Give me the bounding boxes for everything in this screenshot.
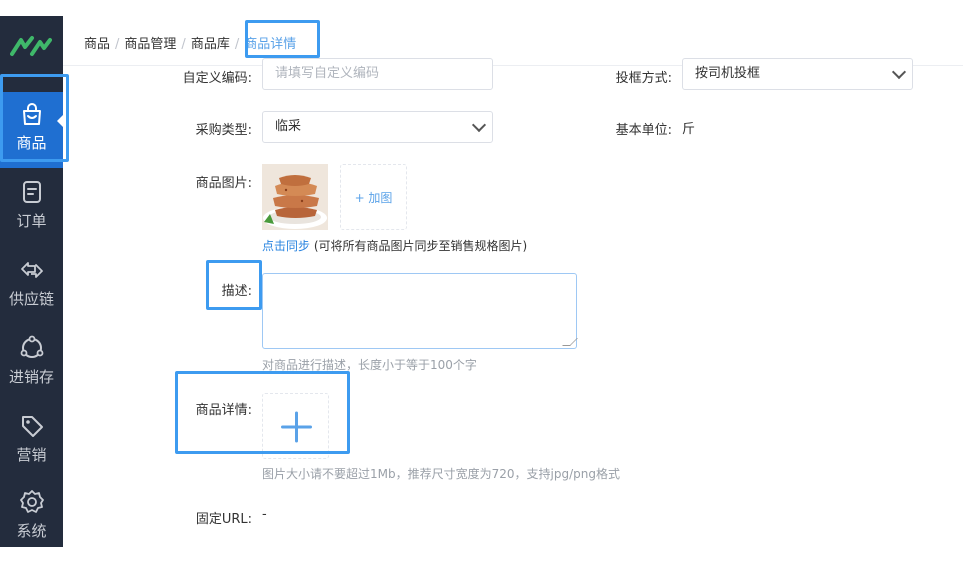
- sidebar-item-marketing[interactable]: 营销: [0, 404, 63, 480]
- sync-images-link[interactable]: 点击同步: [262, 239, 310, 253]
- breadcrumb-separator: /: [234, 37, 240, 52]
- breadcrumb-item-product-library[interactable]: 商品库: [191, 37, 230, 52]
- description-textarea[interactable]: [262, 273, 578, 349]
- breadcrumb-item-products[interactable]: 商品: [84, 37, 110, 52]
- breadcrumb-separator: /: [115, 37, 120, 52]
- fixed-url-value: -: [262, 507, 267, 522]
- sidebar-item-label: 营销: [16, 446, 47, 464]
- order-document-icon: [22, 181, 41, 203]
- page: 商品 订单 供应链 进销存 营销 系统 商品 / 商品管理 / 商品库 / 商品…: [0, 0, 963, 563]
- highlight-frame-breadcrumb: [245, 20, 320, 58]
- sidebar-item-label: 系统: [16, 522, 47, 540]
- product-detail-hint: 图片大小请不要超过1Mb，推荐尺寸宽度为720，支持jpg/png格式: [262, 467, 620, 481]
- inventory-cycle-icon: [20, 335, 43, 358]
- highlight-frame-products: [0, 74, 69, 162]
- gear-icon: [19, 490, 44, 513]
- fixed-url-label: 固定URL:: [195, 512, 252, 527]
- product-image-thumbnail[interactable]: [262, 164, 328, 230]
- purchase-type-select[interactable]: 临采: [262, 111, 493, 143]
- breadcrumb-separator: /: [181, 37, 186, 52]
- basket-method-label: 投框方式:: [615, 71, 672, 86]
- sidebar-item-system[interactable]: 系统: [0, 480, 63, 556]
- sync-note: (可将所有商品图片同步至销售规格图片): [310, 239, 528, 253]
- sidebar-item-orders[interactable]: 订单: [0, 170, 63, 246]
- brand-logo-icon: [10, 36, 52, 56]
- base-unit-label: 基本单位:: [615, 123, 672, 138]
- highlight-frame-product-detail: [175, 371, 350, 454]
- sync-line: 点击同步 (可将所有商品图片同步至销售规格图片): [262, 237, 527, 254]
- sidebar-item-inventory[interactable]: 进销存: [0, 326, 63, 402]
- food-photo-icon: [262, 164, 328, 230]
- breadcrumb-item-product-management[interactable]: 商品管理: [124, 37, 176, 52]
- resize-handle-icon[interactable]: [562, 338, 578, 346]
- basket-method-select[interactable]: 按司机投框: [682, 58, 913, 90]
- sidebar-item-supply-chain[interactable]: 供应链: [0, 248, 63, 324]
- base-unit-value: 斤: [682, 122, 696, 137]
- custom-code-label: 自定义编码:: [182, 71, 252, 86]
- sidebar-item-label: 供应链: [8, 290, 54, 308]
- product-image-label: 商品图片:: [195, 176, 252, 191]
- tag-icon: [21, 416, 43, 437]
- sidebar-item-label: 进销存: [8, 368, 54, 386]
- supply-chain-arrows-icon: [20, 262, 43, 278]
- add-image-button[interactable]: + 加图: [340, 164, 407, 230]
- sidebar-item-label: 订单: [16, 212, 47, 230]
- purchase-type-label: 采购类型:: [195, 123, 252, 138]
- custom-code-input[interactable]: 请填写自定义编码: [262, 58, 493, 90]
- highlight-frame-description: [206, 260, 262, 310]
